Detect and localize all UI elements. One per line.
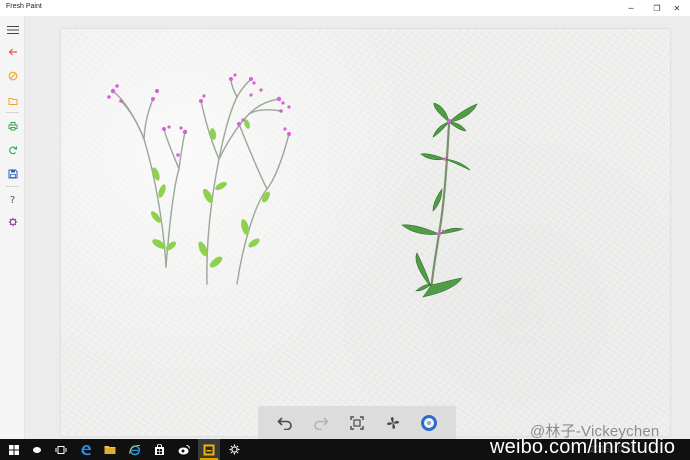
windows-logo-icon <box>9 444 19 455</box>
new-canvas-icon <box>8 71 17 81</box>
fit-to-screen-icon <box>350 416 364 430</box>
store-button[interactable] <box>148 439 170 460</box>
title-bar: Fresh Paint ─ ❐ ✕ <box>0 0 690 16</box>
painting <box>107 73 478 298</box>
close-button[interactable]: ✕ <box>664 0 690 16</box>
undo-button[interactable] <box>274 412 296 434</box>
save-icon <box>8 169 17 179</box>
undo-icon <box>277 417 292 430</box>
file-explorer-button[interactable] <box>99 439 121 460</box>
settings-icon <box>8 217 17 227</box>
bottom-toolbar <box>258 406 456 440</box>
weibo-button[interactable] <box>173 439 195 460</box>
share-icon <box>8 146 17 155</box>
help-button[interactable]: ? <box>0 190 25 210</box>
save-button[interactable] <box>0 164 25 184</box>
internet-explorer-button[interactable] <box>124 439 146 460</box>
broad-leaf-plant-painting <box>401 102 478 298</box>
edge-button[interactable] <box>75 439 97 460</box>
start-button[interactable] <box>3 439 25 460</box>
back-arrow-icon <box>8 48 17 56</box>
help-icon: ? <box>9 194 16 206</box>
fresh-paint-icon <box>203 444 215 455</box>
wildflower-painting <box>112 78 290 285</box>
open-button[interactable] <box>0 91 25 111</box>
sidebar-divider <box>6 186 19 187</box>
settings-gear-icon <box>229 444 239 455</box>
ie-icon <box>129 444 141 455</box>
cortana-icon <box>33 446 41 453</box>
task-view-icon <box>55 445 67 454</box>
print-icon <box>8 122 17 131</box>
back-button[interactable] <box>0 42 25 62</box>
sidebar-divider <box>6 112 19 113</box>
app-title: Fresh Paint <box>6 3 42 10</box>
redo-button[interactable] <box>310 412 332 434</box>
app-sidebar: ? <box>0 16 25 439</box>
palette-button[interactable] <box>418 412 440 434</box>
fresh-paint-taskbar-button[interactable] <box>198 439 220 460</box>
paint-canvas[interactable] <box>61 29 670 436</box>
weibo-icon <box>178 445 190 455</box>
share-button[interactable] <box>0 140 25 160</box>
menu-icon <box>6 26 19 34</box>
store-icon <box>154 443 164 455</box>
minimize-button[interactable]: ─ <box>618 0 644 16</box>
open-folder-icon <box>8 98 17 105</box>
fit-to-screen-button[interactable] <box>346 412 368 434</box>
palette-icon <box>421 415 437 431</box>
edge-icon <box>81 444 91 455</box>
settings-button[interactable] <box>0 212 25 232</box>
watermark-url: weibo.com/linrstudio <box>490 436 676 458</box>
fan-button[interactable] <box>382 412 404 434</box>
settings-taskbar-button[interactable] <box>223 439 245 460</box>
file-explorer-icon <box>104 446 116 454</box>
menu-button[interactable] <box>0 20 25 40</box>
task-view-button[interactable] <box>50 439 72 460</box>
cortana-button[interactable] <box>26 439 48 460</box>
print-button[interactable] <box>0 116 25 136</box>
redo-icon <box>314 417 329 430</box>
pink-flower-clusters <box>107 73 291 157</box>
new-canvas-button[interactable] <box>0 66 25 86</box>
fan-icon <box>387 417 399 429</box>
